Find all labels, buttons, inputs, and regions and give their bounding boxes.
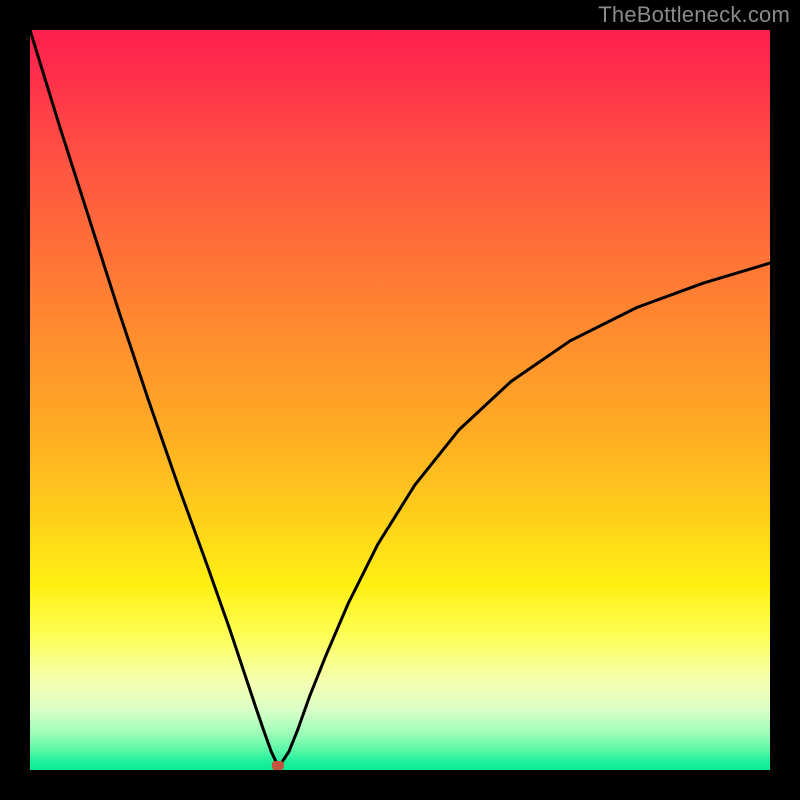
minimum-marker <box>272 761 284 770</box>
curve-svg <box>30 30 770 770</box>
plot-area <box>30 30 770 770</box>
bottleneck-curve <box>30 30 770 763</box>
watermark-text: TheBottleneck.com <box>598 2 790 28</box>
chart-container: TheBottleneck.com <box>0 0 800 800</box>
